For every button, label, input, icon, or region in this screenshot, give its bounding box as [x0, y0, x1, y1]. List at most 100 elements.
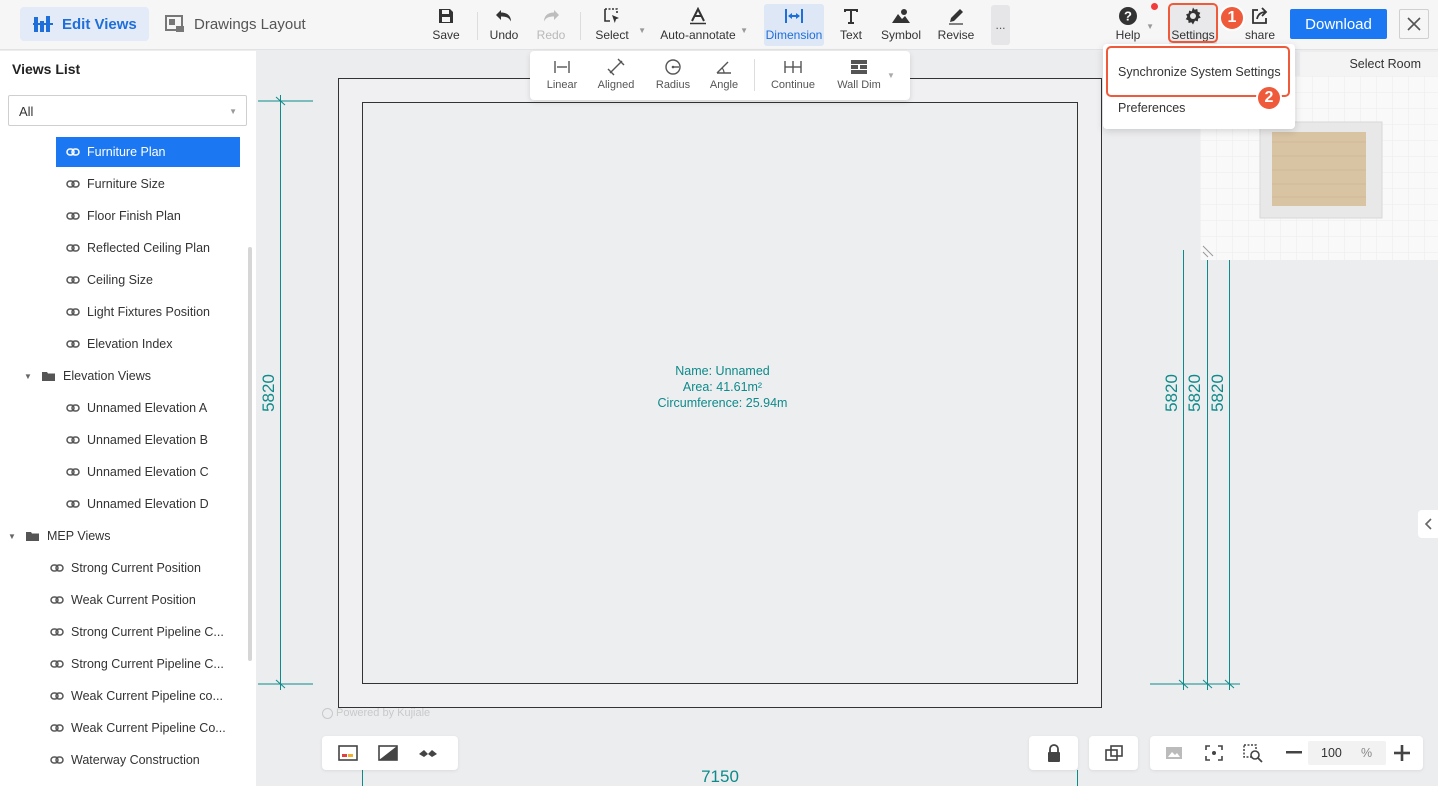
- tree-item[interactable]: Unnamed Elevation C: [66, 457, 209, 487]
- tree-item[interactable]: Strong Current Position: [50, 553, 201, 583]
- help-button[interactable]: ? Help ▼: [1098, 4, 1158, 46]
- link-icon: [66, 436, 80, 444]
- redo-button[interactable]: Redo: [521, 4, 581, 46]
- zoom-level-input[interactable]: 100 %: [1308, 741, 1386, 765]
- tree-item[interactable]: Waterway Construction: [50, 745, 200, 775]
- continue-dim-button[interactable]: Continue: [765, 57, 821, 97]
- caret-down-icon[interactable]: ▼: [8, 532, 18, 541]
- lock-icon[interactable]: [1043, 743, 1065, 763]
- chevron-down-icon[interactable]: ▼: [887, 71, 895, 80]
- select-button[interactable]: Select ▼: [582, 4, 646, 46]
- dimension-icon: [783, 6, 805, 26]
- link-icon: [66, 244, 80, 252]
- dim-right-label[interactable]: 5820: [1162, 371, 1182, 415]
- dim-left-label[interactable]: 5820: [259, 371, 279, 415]
- link-icon: [66, 340, 80, 348]
- download-button[interactable]: Download: [1290, 9, 1387, 39]
- step-badge-1: 1: [1219, 5, 1245, 31]
- save-label: Save: [432, 28, 460, 42]
- fill-toggle-icon[interactable]: [377, 743, 399, 763]
- link-icon: [66, 212, 80, 220]
- save-button[interactable]: Save: [416, 4, 476, 46]
- aligned-dim-button[interactable]: Aligned: [588, 57, 644, 97]
- tree-item[interactable]: Light Fixtures Position: [66, 297, 210, 327]
- wall-dim-label: Wall Dim: [837, 79, 881, 91]
- tree-item[interactable]: Unnamed Elevation D: [66, 489, 209, 519]
- link-icon: [50, 596, 64, 604]
- link-icon: [66, 468, 80, 476]
- radius-dim-button[interactable]: Radius: [645, 57, 701, 97]
- tab-edit-views[interactable]: Edit Views: [20, 7, 149, 41]
- dim-bottom-label[interactable]: 7150: [690, 767, 750, 786]
- save-icon: [435, 6, 457, 26]
- tree-folder[interactable]: ▼ Elevation Views: [24, 361, 151, 391]
- angle-dim-button[interactable]: Angle: [696, 57, 752, 97]
- zoom-out-icon[interactable]: [1283, 743, 1305, 763]
- room-area: Area: 41.61m²: [682, 380, 763, 394]
- tree-item[interactable]: Reflected Ceiling Plan: [66, 233, 210, 263]
- more-tools-button[interactable]: ...: [991, 5, 1010, 45]
- auto-annotate-button[interactable]: Auto-annotate ▼: [658, 4, 748, 46]
- tree-item[interactable]: Furniture Size: [66, 169, 165, 199]
- link-icon: [66, 404, 80, 412]
- layer-style-icon[interactable]: [337, 743, 359, 763]
- dim-right-label[interactable]: 5820: [1208, 371, 1228, 415]
- settings-highlight: [1168, 3, 1218, 43]
- menu-item-preferences[interactable]: Preferences: [1118, 101, 1185, 115]
- step-badge-2: 2: [1256, 85, 1282, 111]
- auto-annotate-icon: [687, 6, 709, 26]
- chevron-down-icon[interactable]: ▼: [638, 26, 646, 35]
- tree-folder[interactable]: ▼ MEP Views: [8, 521, 110, 551]
- chevron-down-icon[interactable]: ▼: [740, 26, 748, 35]
- fit-screen-icon[interactable]: [1203, 743, 1225, 763]
- share-icon: [1249, 6, 1271, 26]
- image-icon[interactable]: [1163, 743, 1185, 763]
- tab-drawings-layout[interactable]: Drawings Layout: [152, 7, 318, 41]
- sidebar-scrollbar[interactable]: [248, 247, 252, 661]
- dimension-button[interactable]: Dimension: [764, 4, 824, 46]
- tree-item[interactable]: Strong Current Pipeline C...: [50, 649, 224, 679]
- kujiale-logo-icon: [322, 707, 333, 719]
- tree-item-label: Weak Current Pipeline co...: [71, 689, 223, 703]
- dim-right-label[interactable]: 5820: [1185, 371, 1205, 415]
- tree-item[interactable]: Elevation Index: [66, 329, 172, 359]
- drawings-layout-icon: [165, 15, 184, 32]
- tree-item[interactable]: Floor Finish Plan: [66, 201, 181, 231]
- tree-item-label: Elevation Index: [87, 337, 173, 351]
- zoom-region-icon[interactable]: [1242, 743, 1264, 763]
- tree-item-label: Unnamed Elevation A: [87, 401, 208, 415]
- chevron-down-icon[interactable]: ▼: [1146, 22, 1154, 31]
- lock-toolbar: [1029, 736, 1078, 770]
- copy-view-icon[interactable]: [1103, 743, 1125, 763]
- continue-dim-icon: [783, 57, 803, 77]
- select-room-button[interactable]: Select Room: [1300, 52, 1438, 76]
- close-icon: [1407, 17, 1421, 31]
- tree-item-label: Unnamed Elevation B: [87, 433, 208, 447]
- tree-item[interactable]: Weak Current Pipeline Co...: [50, 713, 226, 743]
- caret-down-icon[interactable]: ▼: [24, 372, 34, 381]
- wall-dim-button[interactable]: Wall Dim: [831, 57, 887, 97]
- edit-views-icon: [33, 16, 53, 32]
- tree-item[interactable]: Strong Current Pipeline C...: [50, 617, 224, 647]
- compass-icon[interactable]: [417, 743, 439, 763]
- zoom-in-icon[interactable]: [1391, 743, 1413, 763]
- tree-item[interactable]: Weak Current Position: [50, 585, 196, 615]
- tree-item[interactable]: Furniture Plan: [56, 137, 240, 167]
- close-button[interactable]: [1399, 9, 1429, 39]
- symbol-button[interactable]: Symbol: [871, 4, 931, 46]
- collapse-panel-button[interactable]: [1418, 510, 1438, 538]
- bottom-left-toolbar: [322, 736, 458, 770]
- revise-button[interactable]: Revise: [926, 4, 986, 46]
- link-icon: [50, 564, 64, 572]
- symbol-label: Symbol: [880, 28, 921, 42]
- views-sidebar: Views List All ▼ Furniture Plan Furniture…: [0, 51, 256, 786]
- tree-item[interactable]: Unnamed Elevation B: [66, 425, 208, 455]
- linear-dim-button[interactable]: Linear: [534, 57, 590, 97]
- room-name: Name: Unnamed: [675, 364, 770, 378]
- views-filter-select[interactable]: All ▼: [8, 95, 247, 126]
- tree-item[interactable]: Ceiling Size: [66, 265, 153, 295]
- sidebar-title: Views List: [12, 61, 81, 77]
- zoom-unit: %: [1361, 746, 1373, 760]
- tree-item[interactable]: Weak Current Pipeline co...: [50, 681, 223, 711]
- tree-item[interactable]: Unnamed Elevation A: [66, 393, 207, 423]
